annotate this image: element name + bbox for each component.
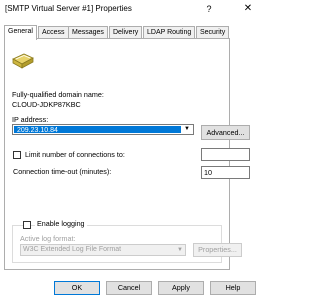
- timeout-field[interactable]: 10: [201, 166, 250, 179]
- close-icon[interactable]: ✕: [240, 2, 256, 16]
- help-icon[interactable]: ?: [201, 2, 217, 16]
- timeout-label: Connection time-out (minutes):: [13, 167, 112, 176]
- smtp-server-icon: [12, 53, 34, 69]
- ip-address-value: 209.23.10.84: [17, 127, 58, 134]
- limit-connections-label: Limit number of connections to:: [25, 150, 125, 159]
- tab-general[interactable]: General: [4, 25, 37, 40]
- limit-connections-checkbox[interactable]: [13, 151, 21, 159]
- properties-button[interactable]: Properties...: [193, 243, 242, 257]
- log-format-label: Active log format:: [20, 234, 76, 243]
- limit-connections-field[interactable]: [201, 148, 250, 161]
- help-button[interactable]: Help: [210, 281, 256, 295]
- log-format-value: W3C Extended Log File Format: [23, 246, 122, 253]
- window-title: [SMTP Virtual Server #1] Properties: [5, 4, 132, 13]
- ip-address-label: IP address:: [12, 115, 49, 124]
- ok-button[interactable]: OK: [54, 281, 100, 295]
- enable-logging-label: Enable logging: [35, 219, 87, 228]
- enable-logging-checkbox[interactable]: [23, 221, 31, 229]
- chevron-down-icon[interactable]: ▼: [177, 245, 183, 255]
- ip-address-selection: 209.23.10.84: [14, 126, 181, 134]
- ip-address-dropdown[interactable]: 209.23.10.84 ▼: [12, 124, 194, 135]
- cancel-button[interactable]: Cancel: [106, 281, 152, 295]
- advanced-button[interactable]: Advanced...: [201, 125, 250, 140]
- chevron-down-icon[interactable]: ▼: [182, 126, 192, 133]
- title-bar: [SMTP Virtual Server #1] Properties ? ✕: [0, 0, 265, 20]
- fqdn-label: Fully-qualified domain name:: [12, 90, 104, 99]
- log-format-dropdown[interactable]: W3C Extended Log File Format ▼: [20, 244, 186, 256]
- apply-button[interactable]: Apply: [158, 281, 204, 295]
- fqdn-value: CLOUD-JDKP87KBC: [12, 100, 81, 109]
